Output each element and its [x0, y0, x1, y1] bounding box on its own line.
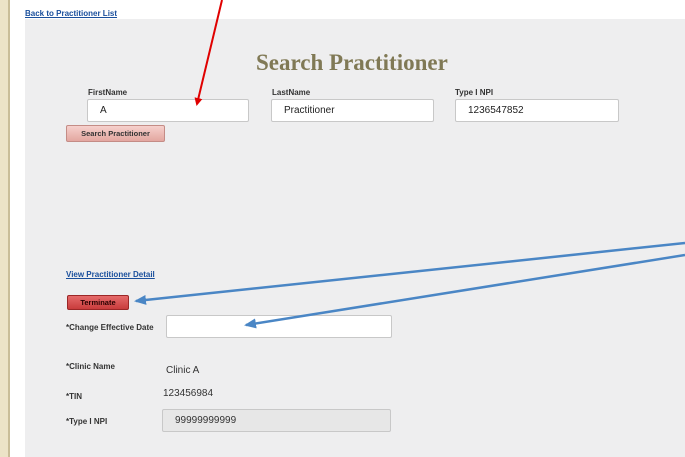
blue-annotation-arrow-terminate [134, 241, 685, 305]
annotation-arrows [134, 0, 685, 329]
red-annotation-arrow [194, 0, 223, 106]
